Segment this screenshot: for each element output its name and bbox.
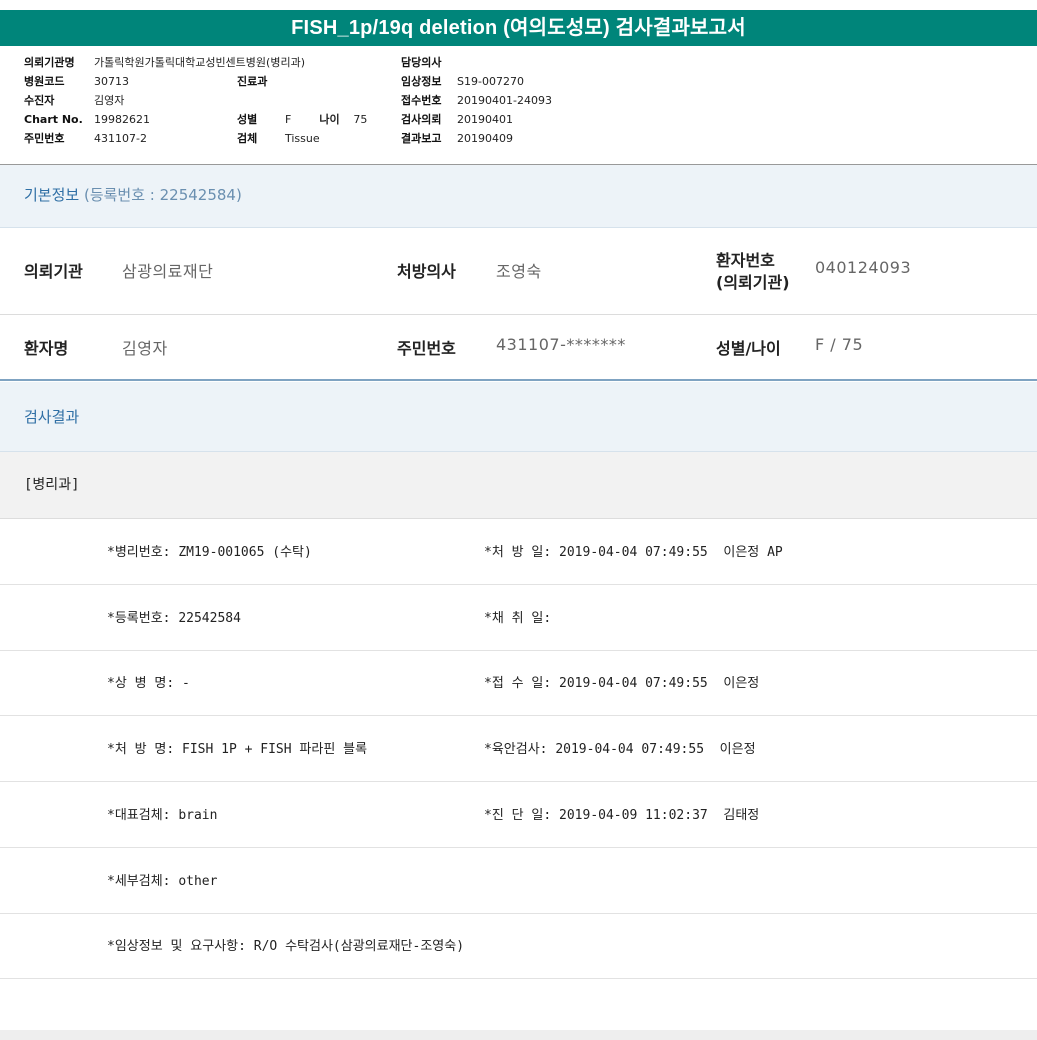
header-label: 병원코드 [24, 75, 65, 88]
header-label: Chart No. [24, 113, 83, 126]
registration-number: (등록번호 : 22542584) [83, 186, 242, 204]
patient-id-value: 040124093 [815, 258, 912, 277]
header-label: 진료과 [237, 75, 268, 88]
result-field-left: *임상정보 및 요구사항: R/O 수탁검사(삼광의료재단-조영숙) [107, 939, 465, 954]
header-value: F [285, 113, 292, 126]
header-label: 검체 [237, 132, 258, 145]
header-value: 김영자 [94, 94, 125, 107]
result-section-header: 검사결과 [0, 382, 1037, 452]
result-row: *임상정보 및 요구사항: R/O 수탁검사(삼광의료재단-조영숙) [0, 913, 1037, 979]
patient-name-value: 김영자 [122, 339, 168, 358]
header-value: 20190401 [457, 113, 513, 126]
report-title: FISH_1p/19q deletion (여의도성모) 검사결과보고서 [0, 10, 1037, 46]
result-field-left: *대표검체: brain [107, 808, 218, 823]
department-label: [병리과] [24, 477, 80, 493]
basic-info-title: 기본정보 [24, 186, 80, 204]
footer-strip [0, 1030, 1037, 1040]
prescriber-value: 조영숙 [496, 262, 542, 281]
header-value: 75 [353, 113, 368, 126]
result-row: *상 병 명: - *접 수 일: 2019-04-04 07:49:55 이은… [0, 650, 1037, 716]
result-field-left: *세부검체: other [107, 874, 218, 889]
result-row: *세부검체: other [0, 848, 1037, 914]
header-field: 결과보고 20190409 [401, 129, 552, 148]
header-label: 의뢰기관명 [24, 56, 75, 69]
info-row: 환자명 김영자 주민번호 431107-******* 성별/나이 F / 75 [0, 315, 1037, 381]
header-label: 수진자 [24, 94, 55, 107]
result-field-right: *접 수 일: 2019-04-04 07:49:55 이은정 [484, 676, 760, 691]
patient-id-label-sub: (의뢰기관) [716, 273, 790, 292]
header-field: 검체 Tissue [237, 129, 367, 148]
header-field: 의뢰기관명 가톨릭학원가톨릭대학교성빈센트병원(병리과) [24, 53, 305, 72]
header-value: S19-007270 [457, 75, 524, 88]
patient-name-label: 환자명 [24, 339, 69, 358]
header-field: 접수번호 20190401-24093 [401, 91, 552, 110]
result-field-right: *채 취 일: [484, 611, 552, 626]
resident-number-label: 주민번호 [397, 339, 456, 358]
header-value: 431107-2 [94, 132, 147, 145]
header-label: 담당의사 [401, 56, 442, 69]
header-field: 임상정보 S19-007270 [401, 72, 552, 91]
result-field-left: *처 방 명: FISH 1P + FISH 파라핀 블록 [107, 742, 368, 757]
result-heading: 검사결과 [24, 408, 80, 426]
header-field: 검사의뢰 20190401 [401, 110, 552, 129]
header-label: 성별 [237, 113, 258, 126]
sex-age-label: 성별/나이 [716, 339, 781, 358]
header-value: 30713 [94, 75, 129, 88]
sex-age-value: F / 75 [815, 335, 864, 354]
header-field [237, 91, 367, 110]
header-label: 나이 [319, 113, 340, 126]
header-label: 임상정보 [401, 75, 442, 88]
result-field-right: *육안검사: 2019-04-04 07:49:55 이은정 [484, 742, 756, 757]
prescriber-label: 처방의사 [397, 262, 456, 281]
result-field-right: *진 단 일: 2019-04-09 11:02:37 김태정 [484, 808, 760, 823]
result-field-left: *상 병 명: - [107, 676, 190, 691]
institution-value: 삼광의료재단 [122, 262, 214, 281]
patient-id-label: 환자번호 [716, 251, 775, 270]
department-header: [병리과] [0, 452, 1037, 519]
info-row: 의뢰기관 삼광의료재단 처방의사 조영숙 환자번호 (의뢰기관) 0401240… [0, 228, 1037, 315]
header-column-right: 담당의사 임상정보 S19-007270 접수번호 20190401-24093 검… [401, 53, 552, 148]
basic-info-section-header: 기본정보 (등록번호 : 22542584) [0, 165, 1037, 228]
result-row: *처 방 명: FISH 1P + FISH 파라핀 블록 *육안검사: 201… [0, 716, 1037, 782]
result-field-right: *처 방 일: 2019-04-04 07:49:55 이은정 AP [484, 545, 783, 560]
header-column-middle: 진료과 성별 F 나이 75 검체 Tissue [237, 72, 367, 148]
header-value: 20190401-24093 [457, 94, 552, 107]
result-row: *대표검체: brain *진 단 일: 2019-04-09 11:02:37… [0, 782, 1037, 848]
header-value: 가톨릭학원가톨릭대학교성빈센트병원(병리과) [94, 56, 305, 69]
resident-number-value: 431107-******* [496, 335, 626, 354]
result-row: *병리번호: ZM19-001065 (수탁) *처 방 일: 2019-04-… [0, 519, 1037, 585]
result-field-left: *병리번호: ZM19-001065 (수탁) [107, 545, 312, 560]
header-value: 20190409 [457, 132, 513, 145]
result-field-left: *등록번호: 22542584 [107, 611, 241, 626]
header-label: 접수번호 [401, 94, 442, 107]
header-value: Tissue [285, 132, 320, 145]
header-label: 결과보고 [401, 132, 442, 145]
header-field: 성별 F 나이 75 [237, 110, 367, 129]
header-label: 검사의뢰 [401, 113, 442, 126]
institution-label: 의뢰기관 [24, 262, 83, 281]
header-field: 담당의사 [401, 53, 552, 72]
header-label: 주민번호 [24, 132, 65, 145]
basic-info-heading: 기본정보 (등록번호 : 22542584) [24, 184, 242, 205]
header-value: 19982621 [94, 113, 150, 126]
result-row: *등록번호: 22542584 *채 취 일: [0, 585, 1037, 651]
header-field: 진료과 [237, 72, 367, 91]
